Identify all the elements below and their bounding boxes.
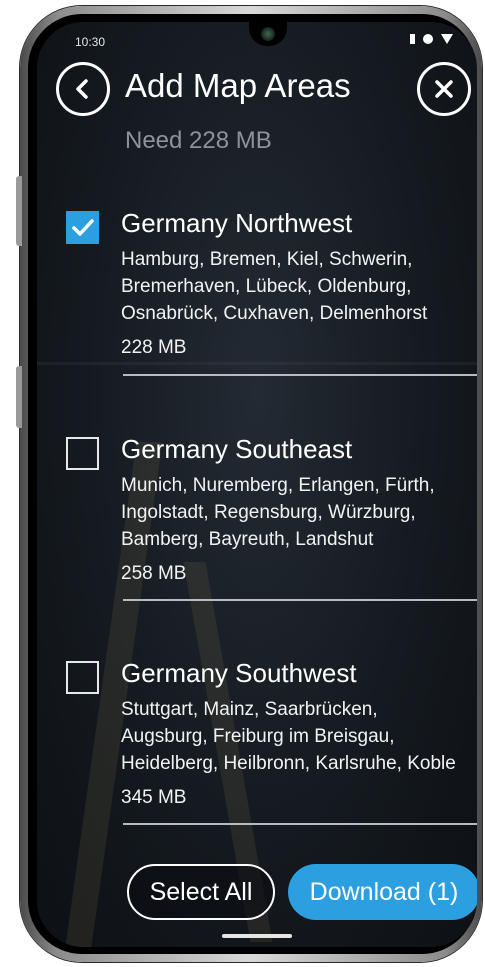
volume-button xyxy=(16,176,22,246)
chevron-left-icon xyxy=(76,79,88,99)
status-time: 10:30 xyxy=(75,35,106,49)
wifi-icon xyxy=(441,34,453,44)
close-button[interactable] xyxy=(417,62,471,116)
area-size: 345 MB xyxy=(121,787,187,808)
page-title: Add Map Areas xyxy=(125,67,351,104)
area-cities: Munich, Nuremberg, Erlangen, Fürth, Ingo… xyxy=(121,475,435,550)
close-icon xyxy=(435,80,453,98)
divider xyxy=(123,599,477,601)
status-icons xyxy=(410,34,453,44)
area-cities: Hamburg, Bremen, Kiel, Schwerin, Bremerh… xyxy=(121,249,428,324)
signal-icon xyxy=(410,34,415,44)
area-name: Germany Southeast xyxy=(121,434,353,464)
home-indicator[interactable] xyxy=(222,934,292,938)
divider xyxy=(123,374,477,376)
area-size: 228 MB xyxy=(121,337,187,358)
area-name: Germany Southwest xyxy=(121,658,357,688)
required-space-text: Need 228 MB xyxy=(125,127,272,154)
area-checkbox[interactable] xyxy=(66,437,99,470)
area-cities: Stuttgart, Mainz, Saarbrücken, Augsburg,… xyxy=(121,699,456,774)
area-size: 258 MB xyxy=(121,563,187,584)
area-checkbox-checked[interactable] xyxy=(66,211,99,244)
select-all-button[interactable]: Select All xyxy=(127,864,275,920)
map-road xyxy=(37,362,477,365)
dot-icon xyxy=(423,34,433,44)
app-screen: 10:30 Add Map Areas Need 228 MB Germany … xyxy=(37,22,477,947)
area-checkbox[interactable] xyxy=(66,661,99,694)
power-button xyxy=(16,366,22,428)
divider xyxy=(123,823,477,825)
checkmark-icon xyxy=(71,218,94,236)
download-button[interactable]: Download (1) xyxy=(288,864,477,920)
back-button[interactable] xyxy=(56,62,110,116)
area-name: Germany Northwest xyxy=(121,208,353,238)
camera-lens xyxy=(261,27,275,41)
